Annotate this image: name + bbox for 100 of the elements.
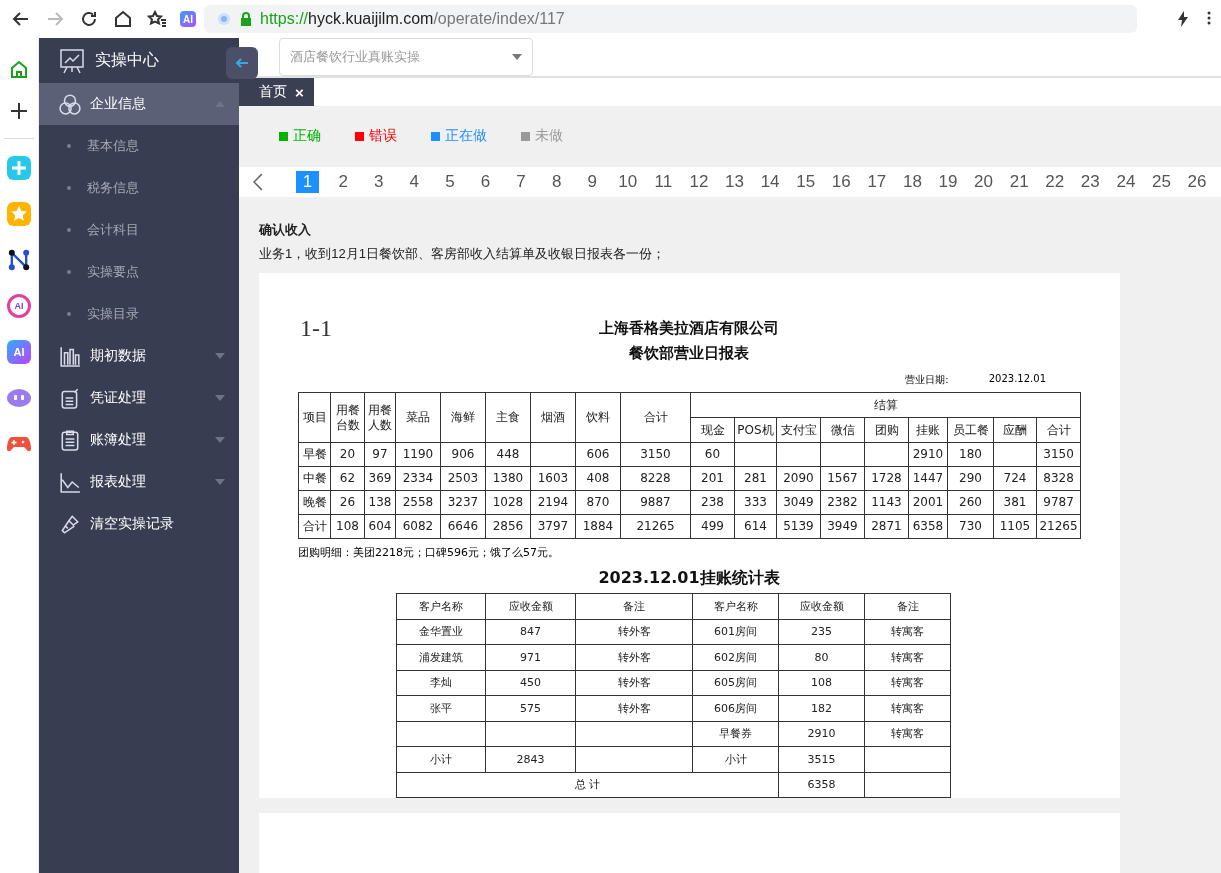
page-number[interactable]: 20 — [971, 171, 996, 194]
ai-icon[interactable]: AI — [7, 340, 31, 364]
caret-icon — [512, 54, 522, 60]
home-icon[interactable] — [113, 9, 133, 29]
page-number[interactable]: 13 — [722, 171, 747, 194]
table-cell: 2910 — [778, 721, 865, 747]
page-number[interactable]: 4 — [402, 171, 427, 194]
task-title: 确认收入 — [259, 221, 312, 239]
table-cell: 605房间 — [692, 670, 779, 696]
sidebar-subitem[interactable]: 实操要点 — [39, 251, 239, 293]
table-cell: 9887 — [620, 490, 691, 515]
close-icon[interactable]: × — [295, 83, 304, 101]
table-cell: 26 — [330, 490, 365, 515]
page-number[interactable]: 22 — [1042, 171, 1067, 194]
page-number[interactable]: 3 — [366, 171, 391, 194]
table-cell: 2871 — [864, 514, 909, 539]
robot-icon[interactable] — [7, 386, 31, 410]
column-header: 现金 — [690, 417, 735, 443]
page-number[interactable]: 12 — [687, 171, 711, 194]
table-cell: 1603 — [530, 466, 576, 491]
sidebar-subitem[interactable]: 实操目录 — [39, 293, 239, 335]
add-icon[interactable] — [9, 101, 29, 121]
sidebar-item[interactable]: 清空实操记录 — [39, 503, 239, 545]
left-arrow-icon — [235, 58, 249, 68]
sidebar-item-icon — [59, 93, 81, 115]
column-header: 饮料 — [575, 392, 621, 443]
table-cell: 2503 — [440, 466, 486, 491]
column-header: 应收金额 — [778, 593, 865, 619]
page-number[interactable]: 8 — [544, 171, 569, 194]
table-cell: 847 — [485, 619, 576, 645]
page-number[interactable]: 14 — [758, 171, 782, 194]
table-cell: 3515 — [778, 746, 865, 772]
table-cell: 3049 — [776, 490, 821, 515]
page-number[interactable]: 21 — [1007, 171, 1031, 194]
page-number[interactable]: 26 — [1185, 171, 1209, 194]
table-cell: 601房间 — [692, 619, 779, 645]
column-header: 支付宝 — [776, 417, 821, 443]
ai-icon[interactable]: AI — [180, 11, 196, 27]
group-buy-note: 团购明细：美团2218元；口碑596元；饿了么57元。 — [298, 545, 560, 560]
sidebar-item[interactable]: 报表处理 — [39, 461, 239, 503]
page-number[interactable]: 17 — [865, 171, 889, 194]
sidebar-subitem[interactable]: 会计科目 — [39, 209, 239, 251]
chevron-left-icon[interactable] — [252, 173, 264, 192]
page-number[interactable]: 9 — [580, 171, 604, 194]
more-icon[interactable] — [1207, 11, 1211, 25]
table-cell: 1190 — [395, 442, 441, 467]
collapse-button[interactable] — [226, 47, 258, 79]
sidebar-subitem[interactable]: 基本信息 — [39, 125, 239, 167]
column-header: 团购 — [864, 417, 909, 443]
table-cell: 转寓客 — [864, 695, 951, 721]
date-label: 营业日期: — [905, 373, 949, 387]
page-number[interactable]: 24 — [1114, 171, 1138, 194]
table-cell: 448 — [485, 442, 531, 467]
table-cell: 浦发建筑 — [396, 644, 486, 670]
url-text: https://hyck.kuaijilm.com/operate/index/117 — [260, 10, 565, 28]
table-cell: 906 — [440, 442, 486, 467]
table-cell: 小计 — [396, 746, 486, 772]
report-title: 餐饮部营业日报表 — [629, 344, 749, 363]
page-number[interactable]: 16 — [829, 171, 854, 194]
table-cell: 转寓客 — [864, 670, 951, 696]
page-number[interactable]: 7 — [509, 171, 533, 194]
table-cell: 6358 — [778, 772, 865, 798]
company-name: 上海香格美拉酒店有限公司 — [599, 319, 779, 338]
page-number[interactable]: 23 — [1078, 171, 1103, 194]
table-cell: 转外客 — [575, 695, 693, 721]
sidebar-subitem[interactable]: 税务信息 — [39, 167, 239, 209]
network-icon[interactable] — [7, 248, 31, 272]
column-header: 用餐人数 — [364, 392, 396, 443]
page-number[interactable]: 2 — [331, 171, 355, 194]
column-header: 备注 — [864, 593, 951, 619]
table-cell: 80 — [778, 644, 865, 670]
table-cell: 870 — [575, 490, 621, 515]
column-header: 员工餐 — [947, 417, 994, 443]
sidebar-item[interactable]: 账簿处理 — [39, 419, 239, 461]
sidebar-item[interactable]: 凭证处理 — [39, 377, 239, 419]
page-number[interactable]: 25 — [1149, 171, 1174, 194]
address-bar[interactable]: https://hyck.kuaijilm.com/operate/index/117 — [204, 5, 1137, 33]
table-cell: 李灿 — [396, 670, 486, 696]
table-cell: 369 — [364, 466, 396, 491]
page-number[interactable]: 6 — [473, 171, 498, 194]
favorites-icon[interactable] — [147, 9, 167, 29]
page-number[interactable]: 10 — [616, 171, 640, 194]
lightning-icon[interactable] — [1177, 11, 1189, 27]
table-cell: 转外客 — [575, 670, 693, 696]
sidebar-item[interactable]: 期初数据 — [39, 335, 239, 377]
page-number[interactable]: 19 — [936, 171, 960, 194]
reload-icon[interactable] — [79, 9, 99, 29]
page-number[interactable]: 15 — [793, 171, 818, 194]
legend-label: 正确 — [293, 127, 321, 146]
column-header: POS机 — [734, 417, 777, 443]
table-cell: 138 — [364, 490, 396, 515]
page-number[interactable]: 11 — [651, 171, 676, 194]
home-tab[interactable]: 首页 × — [239, 78, 314, 107]
page-number[interactable]: 5 — [438, 171, 462, 194]
sidebar-item-icon — [59, 471, 81, 493]
ai-icon[interactable]: AI — [7, 294, 31, 318]
column-header: 挂账 — [908, 417, 948, 443]
page-number[interactable]: 18 — [900, 171, 925, 194]
table-cell: 9787 — [1036, 490, 1081, 515]
sidebar-item[interactable]: 企业信息 — [39, 83, 239, 125]
